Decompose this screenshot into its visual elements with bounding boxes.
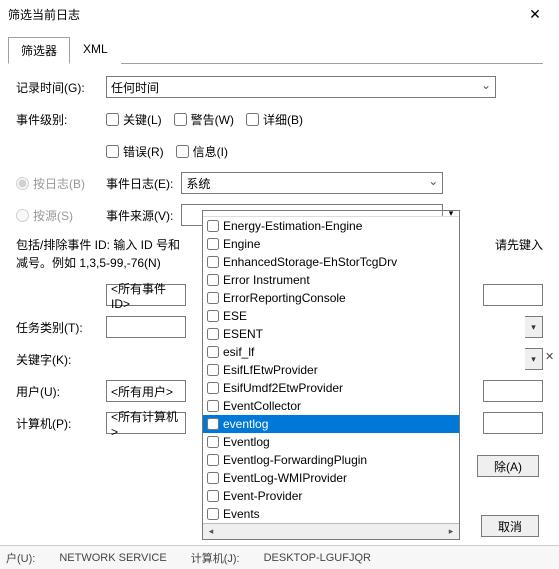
dropdown-item[interactable]: EventCollector bbox=[203, 397, 459, 415]
chevron-down-icon[interactable]: ▾ bbox=[442, 211, 459, 216]
dropdown-item[interactable]: EsifLfEtwProvider bbox=[203, 361, 459, 379]
clear-button[interactable]: 除(A) bbox=[477, 455, 539, 477]
dropdown-item[interactable]: Eventlog-ForwardingPlugin bbox=[203, 451, 459, 469]
dropdown-item[interactable]: ESENT bbox=[203, 325, 459, 343]
dropdown-item[interactable]: Eventlog bbox=[203, 433, 459, 451]
window-title: 筛选当前日志 bbox=[8, 6, 515, 23]
event-source-dropdown: ▾ Energy-Estimation-EngineEngineEnhanced… bbox=[202, 210, 460, 540]
label-user: 用户(U): bbox=[16, 383, 106, 400]
logged-time-select[interactable]: 任何时间 bbox=[106, 76, 496, 98]
side-close-icon[interactable]: ✕ bbox=[545, 350, 557, 362]
label-keywords: 关键字(K): bbox=[16, 351, 106, 368]
label-logged: 记录时间(G): bbox=[16, 79, 106, 96]
dropdown-item[interactable]: EventLog-WMIProvider bbox=[203, 469, 459, 487]
dropdown-item[interactable]: EnhancedStorage-EhStorTcgDrv bbox=[203, 253, 459, 271]
computer-input[interactable]: <所有计算机> bbox=[106, 412, 186, 434]
dropdown-item[interactable]: Engine bbox=[203, 235, 459, 253]
check-error[interactable]: 错误(R) bbox=[106, 143, 164, 160]
close-icon[interactable]: ✕ bbox=[515, 0, 555, 28]
extra-input-3[interactable] bbox=[483, 412, 543, 434]
cancel-button[interactable]: 取消 bbox=[481, 515, 539, 537]
dropdown-item[interactable]: EsifUmdf2EtwProvider bbox=[203, 379, 459, 397]
label-task: 任务类别(T): bbox=[16, 319, 106, 336]
check-warning[interactable]: 警告(W) bbox=[174, 111, 234, 128]
dropdown-item[interactable]: Energy-Estimation-Engine bbox=[203, 217, 459, 235]
keywords-dropdown-icon[interactable] bbox=[525, 348, 543, 370]
tab-strip: 筛选器 XML bbox=[8, 36, 543, 64]
check-info[interactable]: 信息(I) bbox=[176, 143, 228, 160]
dropdown-item[interactable]: Event-Provider bbox=[203, 487, 459, 505]
label-event-log: 事件日志(E): bbox=[106, 175, 173, 192]
user-input[interactable]: <所有用户> bbox=[106, 380, 186, 402]
extra-input-2[interactable] bbox=[483, 380, 543, 402]
dropdown-item[interactable]: Error Instrument bbox=[203, 271, 459, 289]
scroll-left-icon[interactable]: ◂ bbox=[203, 526, 219, 537]
extra-input-1[interactable] bbox=[483, 284, 543, 306]
tab-filter[interactable]: 筛选器 bbox=[8, 37, 70, 64]
dropdown-item[interactable]: esif_lf bbox=[203, 343, 459, 361]
label-event-source: 事件来源(V): bbox=[106, 207, 173, 224]
check-verbose[interactable]: 详细(B) bbox=[246, 111, 303, 128]
task-category-input[interactable] bbox=[106, 316, 186, 338]
tab-xml[interactable]: XML bbox=[70, 37, 121, 64]
title-bar: 筛选当前日志 ✕ bbox=[0, 0, 559, 28]
label-computer: 计算机(P): bbox=[16, 415, 106, 432]
dropdown-item[interactable]: ESE bbox=[203, 307, 459, 325]
dropdown-list: Energy-Estimation-EngineEngineEnhancedSt… bbox=[203, 217, 459, 523]
dropdown-item[interactable]: eventlog bbox=[203, 415, 459, 433]
scroll-right-icon[interactable]: ▸ bbox=[443, 526, 459, 537]
dropdown-item[interactable]: Events bbox=[203, 505, 459, 523]
task-dropdown-icon[interactable] bbox=[525, 316, 543, 338]
radio-by-source: 按源(S) bbox=[16, 207, 106, 224]
horizontal-scrollbar[interactable]: ◂ ▸ bbox=[203, 523, 459, 539]
radio-by-log: 按日志(B) bbox=[16, 175, 106, 192]
filter-dialog: 筛选当前日志 ✕ 筛选器 XML 记录时间(G): 任何时间 事件级别: 关键(… bbox=[0, 0, 559, 569]
event-log-select[interactable]: 系统 bbox=[181, 172, 443, 194]
dropdown-item[interactable]: ErrorReportingConsole bbox=[203, 289, 459, 307]
status-bar: 户(U): NETWORK SERVICE 计算机(J): DESKTOP-LG… bbox=[0, 545, 559, 569]
label-level: 事件级别: bbox=[16, 111, 106, 128]
event-id-input[interactable]: <所有事件 ID> bbox=[106, 284, 186, 306]
check-critical[interactable]: 关键(L) bbox=[106, 111, 162, 128]
